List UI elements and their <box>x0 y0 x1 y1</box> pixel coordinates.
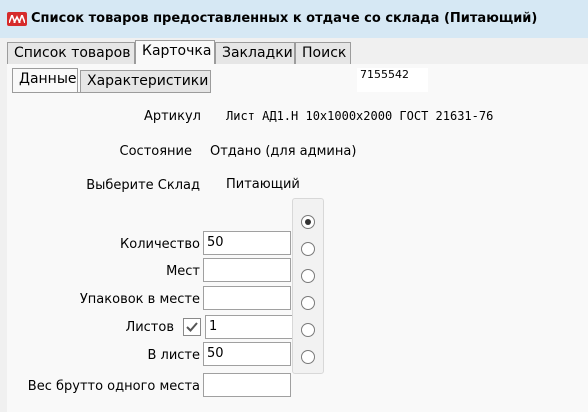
article-label: Артикул <box>143 109 201 124</box>
per-sheet-label: В листе <box>147 348 200 363</box>
title-bar: Список товаров предоставленных к отдаче … <box>0 0 588 38</box>
window-title: Список товаров предоставленных к отдаче … <box>31 11 538 26</box>
unit-radio-group <box>292 198 324 374</box>
tab-data[interactable]: Данные <box>12 68 78 92</box>
radio-selected-dot <box>305 219 311 225</box>
article-value: Лист АД1.Н 10х1000х2000 ГОСТ 21631-76 <box>226 109 494 123</box>
unit-radio-option[interactable] <box>301 323 315 337</box>
unit-radio-option[interactable] <box>301 269 315 283</box>
places-input[interactable] <box>203 258 291 282</box>
tab-card[interactable]: Карточка <box>135 40 215 64</box>
unit-radio-option[interactable] <box>301 350 315 364</box>
state-label: Состояние <box>119 144 192 159</box>
packs-per-place-label: Упаковок в месте <box>79 292 200 307</box>
tab-characteristics[interactable]: Характеристики <box>80 70 211 92</box>
record-id: 7155542 <box>357 68 428 92</box>
tab-search[interactable]: Поиск <box>295 42 351 64</box>
warehouse-value[interactable]: Питающий <box>226 177 300 192</box>
state-value: Отдано (для админа) <box>210 144 357 159</box>
gross-weight-input[interactable] <box>203 373 291 397</box>
sheets-input[interactable]: 1 <box>205 315 293 339</box>
unit-radio-option[interactable] <box>301 215 315 229</box>
per-sheet-input[interactable]: 50 <box>203 342 291 366</box>
places-label: Мест <box>166 264 200 279</box>
sub-tabs-divider <box>12 92 211 93</box>
app-logo-icon <box>7 12 27 26</box>
unit-radio-option[interactable] <box>301 296 315 310</box>
warehouse-label: Выберите Склад <box>86 178 200 193</box>
packs-per-place-input[interactable] <box>203 286 291 310</box>
checkmark-icon <box>186 322 198 332</box>
unit-radio-option[interactable] <box>301 242 315 256</box>
gross-weight-label: Вес брутто одного места <box>27 379 200 394</box>
tab-product-list[interactable]: Список товаров <box>7 42 135 64</box>
tab-bookmarks[interactable]: Закладки <box>215 42 295 64</box>
quantity-input[interactable]: 50 <box>203 231 291 255</box>
sheets-label: Листов <box>125 320 174 335</box>
sheets-checkbox[interactable] <box>183 318 201 336</box>
quantity-label: Количество <box>120 237 200 252</box>
